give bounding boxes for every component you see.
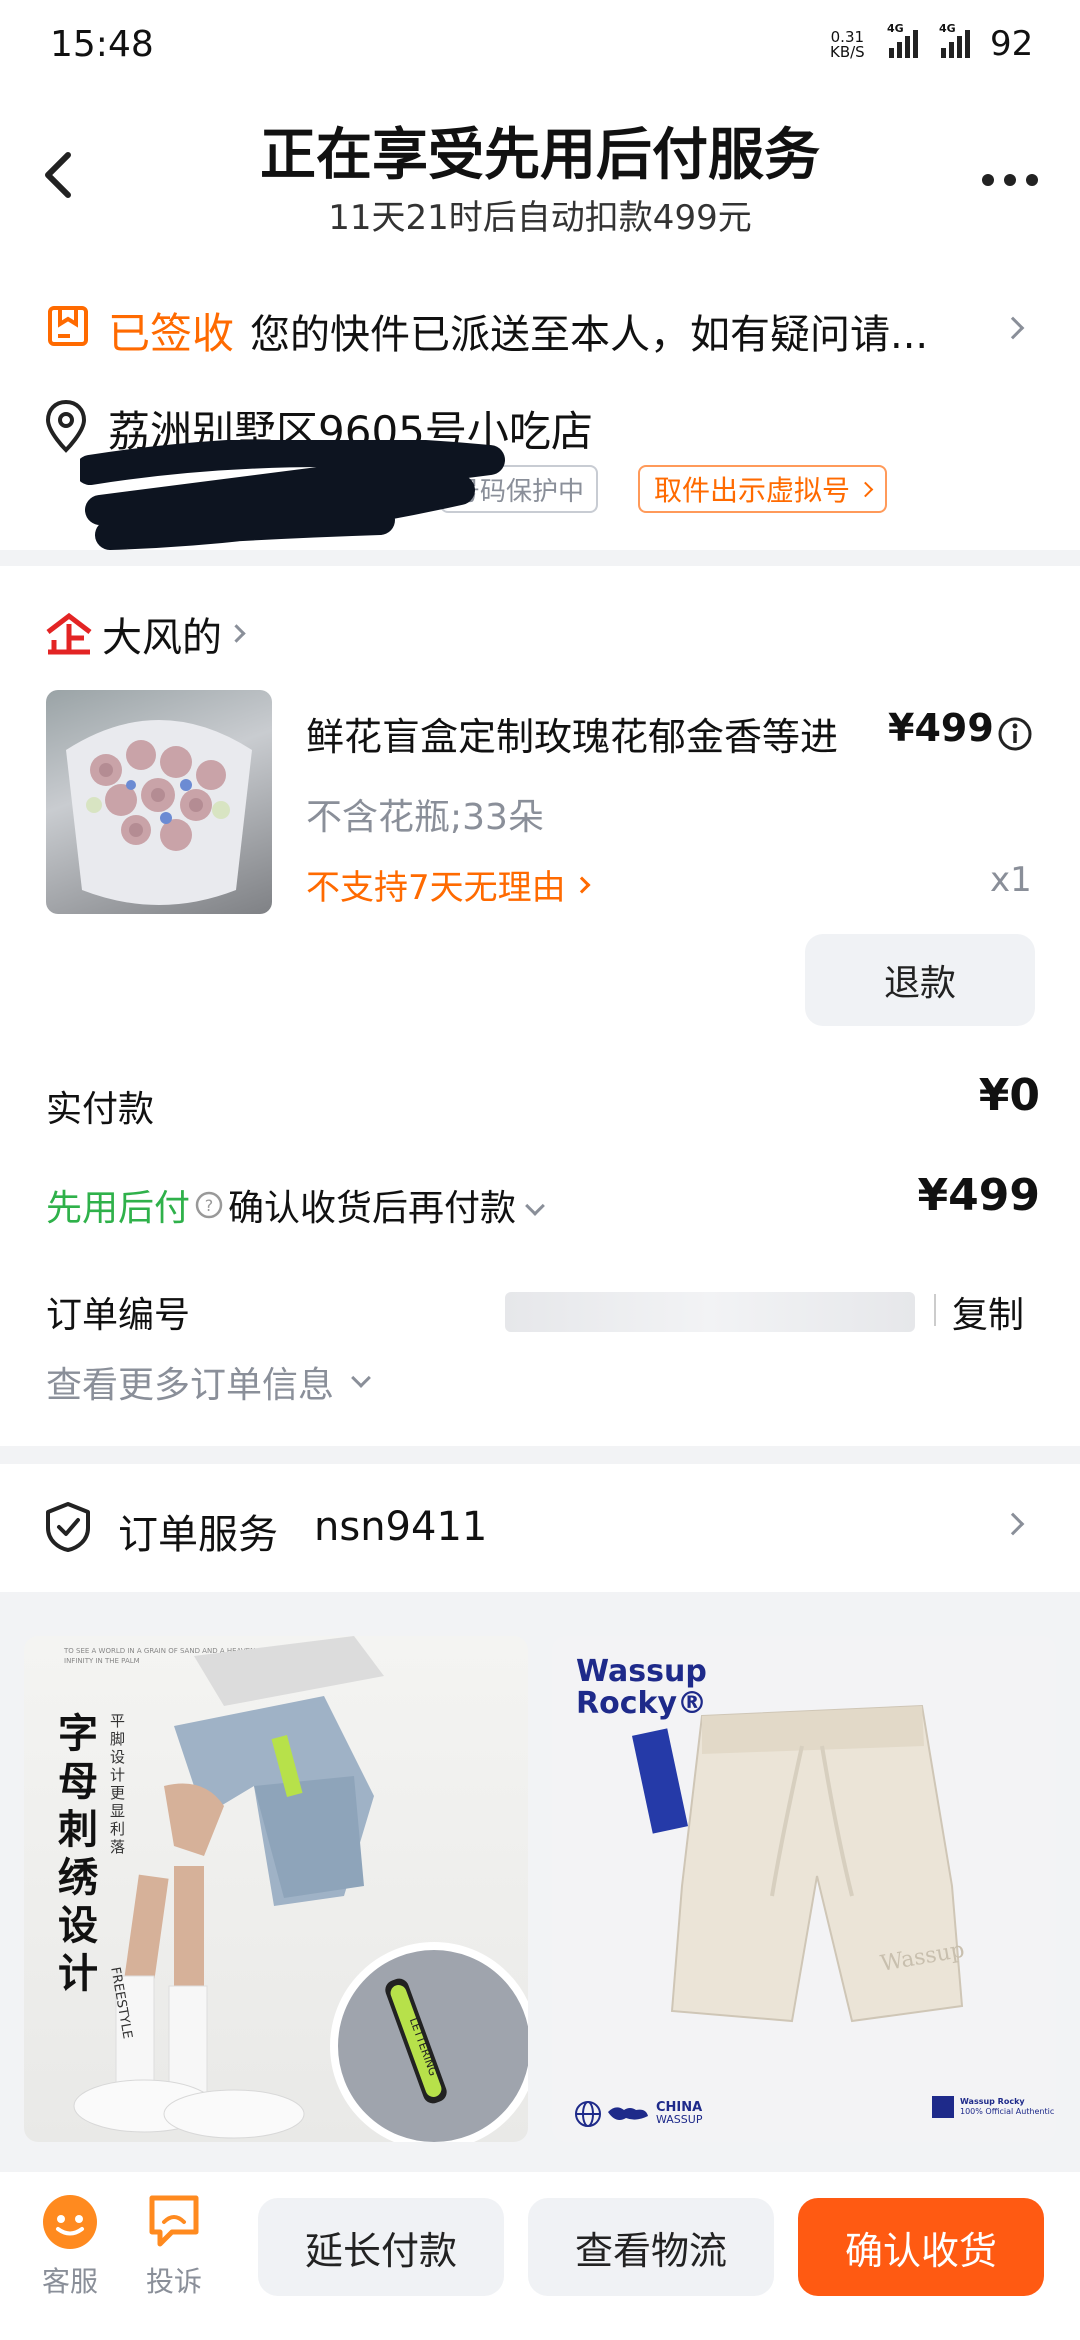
page-subtitle: 11天21时后自动扣款499元 — [328, 198, 752, 238]
complaint-icon — [149, 2195, 199, 2247]
ad-shorts-illustration — [73, 1636, 528, 2142]
ad-shorts-illustration: Wassup — [631, 1704, 966, 2023]
customer-service-button[interactable]: 客服 — [38, 2192, 102, 2300]
delivery-status-row[interactable]: 已签收 您的快件已派送至本人，如有疑问请... — [0, 290, 1080, 370]
info-icon[interactable] — [997, 716, 1033, 752]
status-bar: 15:48 0.31 KB/S 4G 4G 92 — [0, 0, 1080, 90]
chevron-right-icon — [227, 623, 246, 644]
more-order-info-link[interactable]: 查看更多订单信息 — [46, 1356, 371, 1408]
ad-authentic-badge: Wassup Rocky 100% Official Authentic — [932, 2096, 1054, 2118]
customer-service-icon — [43, 2195, 97, 2249]
order-service-code: nsn9411 — [314, 1504, 488, 1550]
more-dots-icon — [982, 174, 1038, 186]
refund-button[interactable]: 退款 — [805, 934, 1035, 1026]
redaction-mark — [80, 440, 505, 550]
delivery-message: 您的快件已派送至本人，如有疑问请... — [250, 312, 929, 358]
help-icon[interactable]: ? — [194, 1190, 224, 1220]
paid-amount-label: 实付款 — [46, 1089, 155, 1130]
return-policy-link[interactable]: 不支持7天无理由 — [306, 860, 591, 909]
shield-check-icon — [46, 1502, 90, 1552]
paid-amount-value: ¥0 — [978, 1070, 1040, 1121]
chevron-down-icon — [525, 1181, 545, 1222]
confirm-receipt-button[interactable]: 确认收货 — [798, 2198, 1044, 2296]
globe-icon — [575, 2101, 601, 2127]
delivery-section: 已签收 您的快件已派送至本人，如有疑问请... 荔洲别墅区9605号小吃店 号码… — [0, 250, 1080, 550]
shop-logo-icon — [46, 612, 92, 655]
bottom-action-bar: 客服 投诉 延长付款 查看物流 确认收货 — [0, 2172, 1080, 2340]
package-icon — [48, 306, 88, 346]
product-title[interactable]: 鲜花盲盒定制玫瑰花郁金香等进 — [306, 706, 876, 761]
order-card: 大风的 鲜花盲盒定制玫瑰花郁金香等进 ¥499 不含花瓶;33朵 不支持7天无理… — [0, 566, 1080, 1446]
product-spec: 不含花瓶;33朵 — [306, 797, 544, 838]
svg-text:?: ? — [205, 1196, 214, 1215]
shop-name: 大风的 — [102, 615, 222, 661]
battery-level: 92 — [990, 24, 1034, 64]
chevron-right-icon — [1001, 1512, 1025, 1536]
status-time: 15:48 — [50, 24, 154, 65]
copy-order-button[interactable]: 复制 — [952, 1286, 1024, 1338]
order-service-label: 订单服务 — [118, 1512, 278, 1558]
delivery-status-label: 已签收 — [108, 309, 235, 358]
bnpl-value: ¥499 — [917, 1170, 1040, 1221]
signal-icon: 4G — [885, 22, 925, 64]
ad-card-left[interactable]: TO SEE A WORLD IN A GRAIN OF SAND AND A … — [24, 1636, 528, 2142]
divider — [934, 1294, 936, 1326]
address-row[interactable]: 荔洲别墅区9605号小吃店 号码保护中 取件出示虚拟号 — [0, 390, 1080, 550]
world-map-icon — [608, 2107, 648, 2120]
extend-payment-button[interactable]: 延长付款 — [258, 2198, 504, 2296]
page-title: 正在享受先用后付服务 — [260, 123, 820, 188]
view-logistics-button[interactable]: 查看物流 — [528, 2198, 774, 2296]
bnpl-description: 确认收货后再付款 — [228, 1188, 517, 1229]
bnpl-label: 先用后付 — [46, 1188, 191, 1229]
more-options-button[interactable] — [980, 170, 1040, 194]
bnpl-row[interactable]: 先用后付 ? 确认收货后再付款 — [46, 1180, 545, 1230]
virtual-number-button[interactable]: 取件出示虚拟号 — [638, 465, 888, 513]
signal-icon-2: 4G — [937, 22, 977, 64]
order-service-row[interactable]: 订单服务 nsn9411 — [0, 1464, 1080, 1592]
complaint-button[interactable]: 投诉 — [142, 2192, 206, 2300]
ad-china-badge: CHINA WASSUP — [574, 2100, 702, 2128]
product-quantity: x1 — [990, 860, 1032, 900]
ad-card-right[interactable]: Wassup Rocky® Wassup CHINA WASSUP Wassup R… — [552, 1636, 1056, 2142]
chevron-right-icon — [1001, 316, 1025, 340]
product-image[interactable] — [46, 690, 272, 914]
order-number-label: 订单编号 — [46, 1295, 191, 1336]
order-number-redacted — [505, 1292, 915, 1332]
badge-logo-icon — [932, 2096, 954, 2118]
page-header: 正在享受先用后付服务 11天21时后自动扣款499元 — [0, 90, 1080, 250]
network-speed: 0.31 KB/S — [830, 28, 865, 61]
product-price: ¥499 — [888, 706, 994, 750]
shop-header[interactable]: 大风的 — [44, 606, 246, 662]
